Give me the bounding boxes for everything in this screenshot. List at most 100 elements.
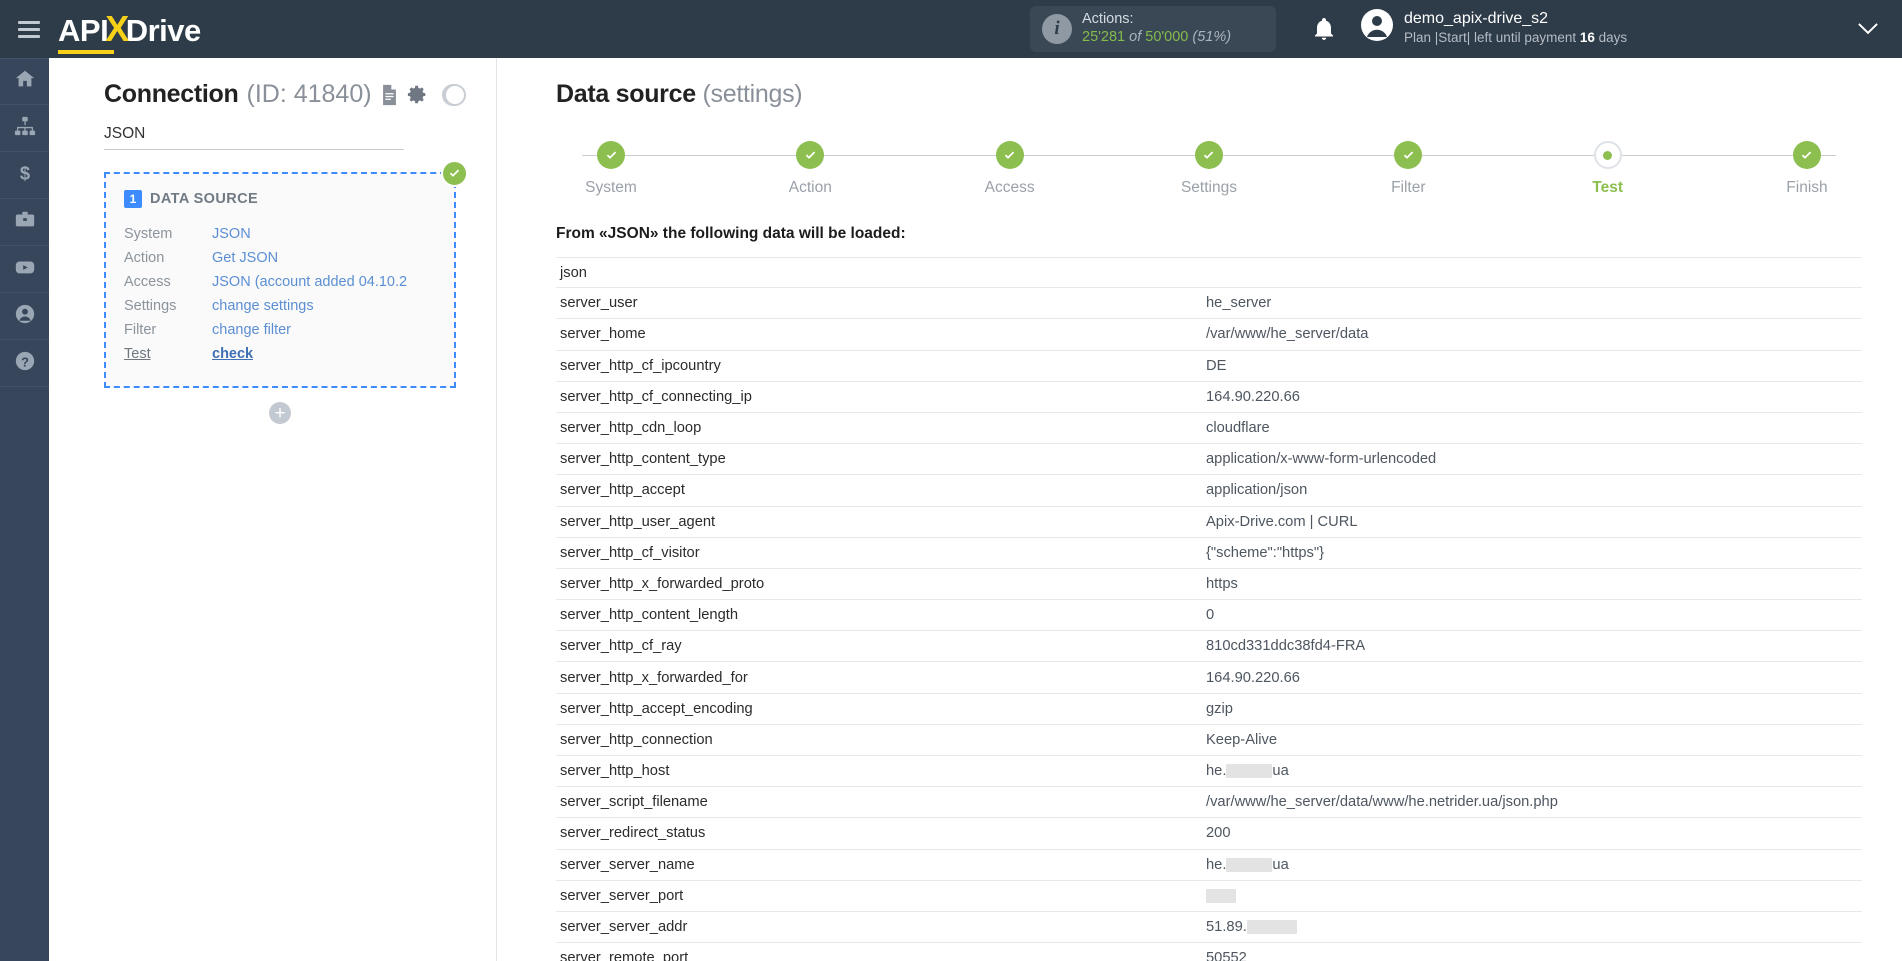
table-row: server_http_cf_connecting_ip 164.90.220.6… — [556, 382, 1862, 413]
table-cell-value: Apix-Drive.com | CURL — [1206, 513, 1358, 530]
table-row: server_remote_port 50552 — [556, 943, 1862, 961]
hamburger-menu-icon[interactable] — [18, 20, 40, 38]
step-label: Access — [984, 179, 1035, 196]
loaded-data-heading: From «JSON» the following data will be l… — [556, 225, 906, 242]
table-cell-value: /var/www/he_server/data — [1206, 326, 1369, 343]
card-value[interactable]: change settings — [212, 294, 314, 318]
table-cell-key: server_server_name — [560, 856, 695, 873]
card-value[interactable]: JSON (account added 04.10.2 — [212, 270, 407, 294]
table-cell-key: server_redirect_status — [560, 825, 706, 842]
step-action[interactable]: Action — [755, 141, 865, 197]
briefcase-icon — [14, 209, 36, 236]
document-icon[interactable] — [380, 84, 399, 106]
add-step-row — [104, 402, 456, 424]
table-cell-value: cloudflare — [1206, 420, 1270, 437]
step-system[interactable]: System — [556, 141, 666, 197]
main-title-sub: (settings) — [702, 80, 803, 108]
table-cell-value: 200 — [1206, 825, 1231, 842]
table-row: server_http_cdn_loop cloudflare — [556, 413, 1862, 445]
table-cell-value: https — [1206, 575, 1238, 592]
actions-quota-box[interactable]: i Actions: 25'281 of 50'000 (51%) — [1030, 6, 1276, 52]
card-row-system: System JSON — [124, 222, 436, 246]
table-cell-value — [1206, 888, 1862, 904]
table-cell-key: server_http_cdn_loop — [560, 420, 702, 437]
card-value[interactable]: JSON — [212, 222, 251, 246]
check-circle-icon — [1394, 141, 1423, 169]
logo-text-drive: Drive — [125, 13, 202, 48]
table-row: server_server_port — [556, 881, 1862, 912]
actions-used: 25'281 — [1082, 29, 1126, 45]
sidebar-item-help[interactable]: ? — [0, 340, 49, 387]
table-cell-key: server_http_content_length — [560, 607, 739, 624]
connection-enable-toggle[interactable] — [441, 83, 466, 106]
user-plan-suffix: days — [1594, 30, 1628, 46]
redacted-value — [1226, 764, 1273, 779]
step-label: Finish — [1786, 179, 1828, 196]
main-content: Data source (settings) System Action Acc… — [498, 58, 1902, 961]
table-cell-value: gzip — [1206, 700, 1233, 717]
card-value[interactable]: change filter — [212, 318, 291, 342]
card-value-check-link[interactable]: check — [212, 342, 253, 366]
step-access[interactable]: Access — [955, 141, 1065, 197]
loaded-data-table: json server_user he_server server_home/var/… — [556, 257, 1862, 961]
table-row: json — [556, 257, 1862, 289]
info-icon: i — [1042, 14, 1072, 44]
sidebar-item-account[interactable] — [0, 293, 49, 340]
sidebar-item-billing[interactable]: $ — [0, 152, 49, 199]
redacted-value — [1246, 920, 1297, 935]
table-row: server_http_host he. ua — [556, 756, 1862, 788]
table-row: server_http_x_forwarded_proto https — [556, 569, 1862, 601]
card-key: Filter — [124, 322, 157, 338]
connection-name-input[interactable]: JSON — [104, 125, 404, 150]
table-cell-value: DE — [1206, 357, 1227, 374]
check-circle-icon — [1792, 141, 1821, 169]
user-avatar-icon — [1360, 8, 1394, 47]
connection-panel: Connection (ID: 41840) JSON 1 DATA SOURC… — [49, 58, 497, 961]
table-cell-value: application/json — [1206, 482, 1308, 499]
actions-of: of — [1129, 29, 1142, 45]
check-circle-icon — [597, 141, 625, 169]
step-finish[interactable]: Finish — [1752, 141, 1862, 197]
table-cell-value: he_server — [1206, 295, 1272, 312]
step-label: Filter — [1391, 179, 1426, 196]
logo-text-api: API — [58, 13, 115, 54]
card-row-test: Test check — [124, 342, 436, 366]
table-row: server_http_x_forwarded_for 164.90.220.66 — [556, 662, 1862, 694]
actions-percent: (51%) — [1192, 29, 1232, 45]
step-label: Test — [1592, 179, 1623, 196]
table-cell-value: 51.89. — [1206, 919, 1862, 935]
table-cell-key: server_http_host — [560, 763, 670, 780]
gear-icon[interactable] — [407, 84, 428, 105]
step-settings[interactable]: Settings — [1154, 141, 1264, 197]
notification-bell-icon[interactable] — [1313, 17, 1335, 46]
step-test[interactable]: Test — [1553, 141, 1663, 197]
card-heading: DATA SOURCE — [150, 191, 259, 207]
stepper-steps: System Action Access Settings Filter Tes… — [556, 141, 1862, 197]
card-value[interactable]: Get JSON — [212, 246, 278, 270]
user-menu[interactable]: demo_apix-drive_s2 Plan |Start| left unt… — [1360, 8, 1627, 47]
top-bar: API X Drive i Actions: 25'281 of 50'000 (5… — [0, 0, 1902, 58]
chevron-down-icon[interactable] — [1858, 22, 1878, 40]
step-filter[interactable]: Filter — [1353, 141, 1463, 197]
sidebar-item-connections[interactable] — [0, 105, 49, 152]
table-row: server_http_content_type application/x-ww… — [556, 444, 1862, 476]
sidebar-item-video[interactable] — [0, 246, 49, 293]
table-cell-key: server_http_accept — [560, 482, 685, 499]
redacted-value — [1206, 888, 1236, 903]
step-label: Action — [788, 179, 832, 196]
sidebar-item-home[interactable] — [0, 58, 49, 105]
table-cell-key: server_http_cf_ray — [560, 638, 682, 655]
plus-icon[interactable] — [269, 402, 291, 424]
sidebar-item-business[interactable] — [0, 199, 49, 246]
card-key: Access — [124, 274, 171, 290]
table-cell-key: server_http_x_forwarded_proto — [560, 575, 765, 592]
table-cell-value: /var/www/he_server/data/www/he.netrider.… — [1206, 794, 1558, 811]
svg-text:?: ? — [21, 354, 29, 369]
data-source-card[interactable]: 1 DATA SOURCE System JSON Action Get JSO… — [104, 160, 468, 388]
actions-total: 50'000 — [1145, 29, 1189, 45]
apixdrive-logo[interactable]: API X Drive — [58, 8, 202, 54]
table-cell-value: 50552 — [1206, 950, 1247, 961]
actions-label: Actions: — [1082, 11, 1134, 28]
table-cell-value: {"scheme":"https"} — [1206, 544, 1325, 561]
table-cell-value: application/x-www-form-urlencoded — [1206, 451, 1437, 468]
